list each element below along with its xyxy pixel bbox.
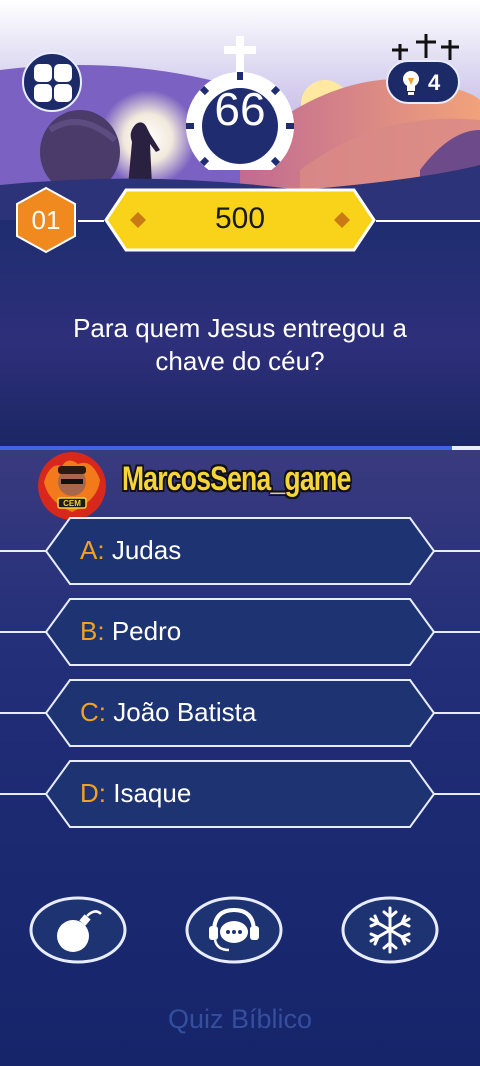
- answer-letter: B:: [80, 616, 105, 646]
- ask-audience-powerup-button[interactable]: [185, 896, 283, 964]
- menu-button[interactable]: [22, 52, 82, 112]
- answer-option-d[interactable]: D: Isaque: [0, 759, 480, 829]
- answer-letter: C:: [80, 697, 106, 727]
- avatar: CEM: [38, 452, 106, 520]
- player-name: MarcosSena_game: [122, 460, 351, 498]
- answer-option-b[interactable]: B: Pedro: [0, 597, 480, 667]
- score-value: 500: [214, 202, 266, 235]
- answer-label: Pedro: [111, 616, 182, 646]
- answer-label: Isaque: [113, 778, 192, 808]
- hint-button[interactable]: 4: [386, 60, 460, 104]
- crosses-icon: [392, 34, 459, 60]
- app-footer-title: Quiz Bíblico: [167, 1004, 313, 1034]
- answer-option-c[interactable]: C: João Batista: [0, 678, 480, 748]
- answer-letter: A:: [80, 535, 105, 565]
- answer-option-a[interactable]: A: Judas: [0, 516, 480, 586]
- answer-letter: D:: [80, 778, 106, 808]
- avatar-badge-text: CEM: [63, 499, 81, 508]
- timer: 66: [186, 34, 294, 180]
- lightbulb-icon: [403, 71, 419, 95]
- bomb-powerup-button[interactable]: [29, 896, 127, 964]
- level-number: 01: [31, 205, 61, 235]
- answer-label: Judas: [111, 535, 182, 565]
- timer-value: 66: [214, 83, 266, 135]
- question-text: Para quem Jesus entregou a chave do céu?: [73, 313, 407, 376]
- level-badge: 01: [14, 186, 78, 254]
- freeze-powerup-button[interactable]: [341, 896, 439, 964]
- answer-label: João Batista: [113, 697, 257, 727]
- score-bar: 500: [104, 188, 376, 252]
- hint-count: 4: [428, 70, 441, 95]
